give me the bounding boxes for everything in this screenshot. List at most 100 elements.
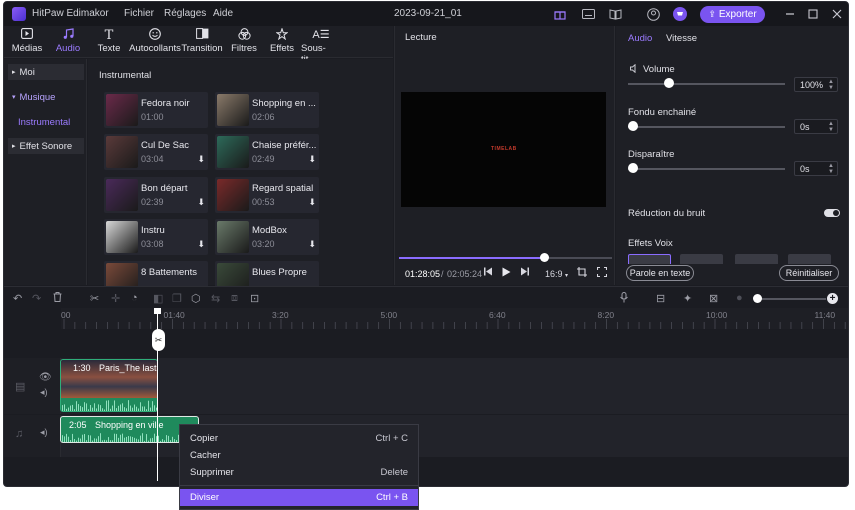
voice-effect-none[interactable] (628, 254, 671, 264)
menu-aide[interactable]: Aide (213, 8, 233, 19)
playhead-split-icon[interactable]: ✂ (152, 329, 165, 351)
tool-effets[interactable]: Effets (268, 27, 296, 58)
audio-card[interactable]: Chaise préfér... 02:49 ⬇ (215, 134, 319, 170)
waveform-bar (148, 440, 149, 442)
tool-sous-titres[interactable]: A☰ Sous-tit... (301, 28, 341, 65)
audio-card[interactable]: ModBox 03:20 ⬇ (215, 219, 319, 255)
download-icon[interactable]: ⬇ (308, 154, 316, 165)
timeline-ruler[interactable]: 00 01:40 3:20 5:00 6:40 8:20 10:00 11:40 (61, 308, 848, 329)
keyboard-icon[interactable] (581, 7, 595, 21)
nav-musique[interactable]: ▾ Musique (8, 89, 84, 105)
speed-icon[interactable]: ◔ (131, 292, 138, 304)
fade-in-slider[interactable] (628, 126, 785, 128)
tab-vitesse[interactable]: Vitesse (666, 33, 697, 44)
export-button[interactable]: ⇪ Exporter (700, 6, 765, 23)
menu-item-copier[interactable]: Copier Ctrl + C (180, 430, 418, 447)
noise-reduction-toggle[interactable] (824, 209, 840, 217)
delete-icon[interactable] (53, 292, 62, 305)
zoom-out-icon[interactable]: ● (736, 292, 743, 304)
freeze-icon[interactable]: ◧ (153, 292, 163, 305)
mirror-icon[interactable]: ⧈ (231, 292, 238, 305)
voice-effect-option[interactable] (788, 254, 831, 264)
zoom-slider[interactable] (756, 298, 826, 300)
fade-out-slider-handle[interactable] (628, 163, 638, 173)
mask-icon[interactable]: ⬡ (191, 292, 201, 305)
undo-icon[interactable]: ↶ (13, 292, 22, 305)
nav-effet-sonore[interactable]: ▸ Effet Sonore (8, 138, 84, 154)
menu-item-cacher[interactable]: Cacher (180, 447, 418, 464)
step-back-icon[interactable] (483, 267, 493, 279)
speech-to-text-button[interactable]: Parole en texte (626, 265, 694, 281)
volume-slider[interactable] (628, 83, 785, 85)
nav-moi[interactable]: ▸ Moi (8, 64, 84, 80)
snap-icon[interactable]: ✦ (683, 292, 692, 305)
track-audio-icon[interactable]: ◂) (40, 427, 48, 438)
fullscreen-icon[interactable] (596, 266, 608, 280)
download-icon[interactable]: ⬇ (197, 239, 205, 250)
audio-card[interactable]: Bon départ 02:39 ⬇ (104, 177, 208, 213)
audio-card[interactable]: Regard spatial 00:53 ⬇ (215, 177, 319, 213)
track-audio-icon[interactable]: ◂) (40, 387, 48, 398)
tool-filtres[interactable]: Filtres (230, 28, 258, 58)
crop-icon[interactable] (577, 267, 587, 280)
download-icon[interactable]: ⬇ (308, 197, 316, 208)
zoom-in-icon[interactable]: + (827, 293, 838, 304)
play-icon[interactable] (502, 267, 511, 280)
copy-icon[interactable]: ❐ (172, 292, 182, 305)
reverse-icon[interactable]: ⇆ (211, 292, 220, 305)
voice-effect-option[interactable] (735, 254, 778, 264)
tool-autocollants[interactable]: Autocollants (129, 28, 181, 58)
audio-card[interactable]: Shopping en ... 02:06 (215, 92, 319, 128)
nav-instrumental[interactable]: Instrumental (8, 114, 84, 130)
microphone-icon[interactable] (620, 292, 628, 306)
audio-card[interactable]: Cul De Sac 03:04 ⬇ (104, 134, 208, 170)
fit-timeline-icon[interactable]: ⊠ (709, 292, 718, 305)
gift-icon[interactable] (553, 7, 567, 21)
tool-transition[interactable]: Transition (181, 28, 223, 58)
fade-out-input[interactable]: 0s ▲ ▼ (794, 161, 838, 176)
zoom-slider-handle[interactable] (753, 294, 762, 303)
waveform-bar (144, 440, 145, 442)
waveform-bar (124, 407, 125, 411)
tool-texte[interactable]: T Texte (95, 28, 123, 58)
seek-handle[interactable] (539, 253, 549, 262)
tool-medias[interactable]: Médias (10, 28, 44, 58)
playhead-handle[interactable] (154, 308, 161, 314)
volume-input[interactable]: 100% ▲ ▼ (794, 77, 838, 92)
close-icon[interactable] (830, 7, 844, 21)
tool-audio[interactable]: Audio (54, 28, 82, 58)
volume-slider-handle[interactable] (663, 78, 674, 88)
magnet-icon[interactable]: ⊟ (656, 292, 665, 305)
reset-button[interactable]: Réinitialiser (779, 265, 839, 281)
video-clip[interactable]: 1:30 Paris_The last (60, 359, 158, 412)
download-icon[interactable]: ⬇ (308, 239, 316, 250)
menu-fichier[interactable]: Fichier (124, 8, 154, 19)
maximize-icon[interactable] (806, 7, 820, 21)
audio-card[interactable]: Fedora noir 01:00 (104, 92, 208, 128)
step-forward-icon[interactable] (520, 267, 530, 279)
video-preview[interactable]: TIMELAB (401, 92, 606, 207)
redo-icon[interactable]: ↷ (32, 292, 41, 305)
menu-item-supprimer[interactable]: Supprimer Delete (180, 464, 418, 481)
download-icon[interactable]: ⬇ (197, 197, 205, 208)
crop-tool-icon[interactable]: ✛ (111, 292, 120, 305)
voice-effect-option[interactable] (680, 254, 723, 264)
waveform-bar (142, 406, 143, 411)
download-icon[interactable]: ⬇ (197, 154, 205, 165)
audio-card[interactable]: Instru 03:08 ⬇ (104, 219, 208, 255)
aspect-ratio-select[interactable]: 16:9 ▾ (545, 269, 568, 279)
cart-icon[interactable] (673, 7, 687, 21)
visibility-eye-icon[interactable]: 👁 (39, 372, 52, 383)
fade-out-slider[interactable] (628, 168, 785, 170)
tab-audio[interactable]: Audio (628, 33, 652, 44)
fade-in-slider-handle[interactable] (628, 121, 638, 131)
menu-item-diviser[interactable]: Diviser Ctrl + B (180, 489, 418, 506)
add-text-icon[interactable]: ⊡ (250, 292, 259, 305)
fade-in-input[interactable]: 0s ▲ ▼ (794, 119, 838, 134)
waveform-bar (104, 439, 105, 442)
minimize-icon[interactable] (783, 7, 797, 21)
book-icon[interactable] (608, 7, 622, 21)
split-scissors-icon[interactable]: ✂ (90, 292, 99, 305)
menu-reglages[interactable]: Réglages (164, 8, 206, 19)
account-icon[interactable] (646, 7, 660, 21)
